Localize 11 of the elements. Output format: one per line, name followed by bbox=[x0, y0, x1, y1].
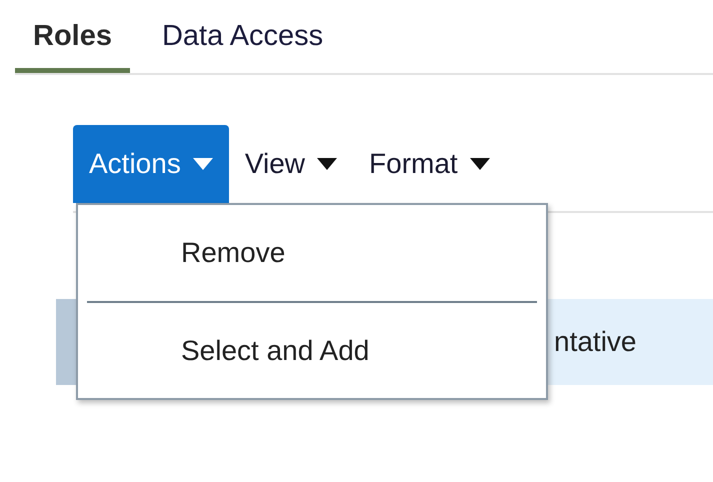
caret-icon bbox=[470, 158, 490, 170]
menu-button[interactable]: View bbox=[228, 125, 354, 203]
tab[interactable]: Data Access bbox=[144, 0, 342, 73]
caret-icon bbox=[317, 158, 338, 170]
table-cell-text: ntative bbox=[554, 325, 636, 359]
tab[interactable]: Roles bbox=[15, 0, 130, 73]
menu-button[interactable]: Format bbox=[353, 125, 506, 203]
caret-icon bbox=[192, 158, 213, 170]
menu-item[interactable]: Remove bbox=[87, 205, 537, 301]
menu-item[interactable]: Select and Add bbox=[87, 303, 537, 399]
menu-button[interactable]: Actions bbox=[73, 125, 229, 203]
